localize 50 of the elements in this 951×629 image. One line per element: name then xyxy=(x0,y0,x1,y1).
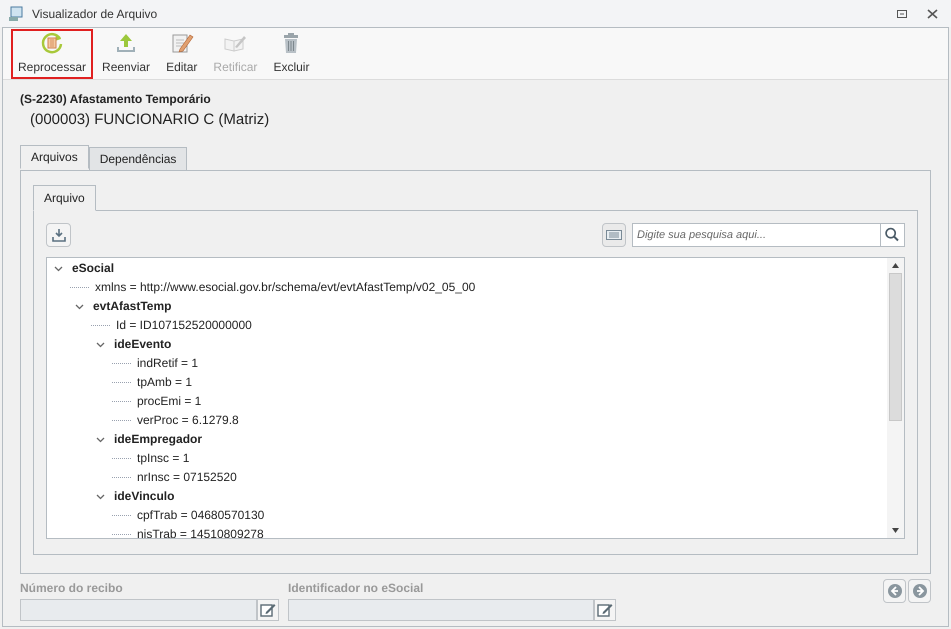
field-label: Identificador no eSocial xyxy=(288,580,424,596)
next-button[interactable] xyxy=(908,578,931,602)
tree-attribute[interactable]: Id = ID107152520000000 xyxy=(116,316,252,334)
tree-node[interactable]: ideVinculo xyxy=(114,487,174,505)
tab[interactable]: Dependências xyxy=(88,146,188,170)
tree-attribute[interactable]: indRetif = 1 xyxy=(137,354,198,372)
tree-attribute[interactable]: cpfTrab = 04680570130 xyxy=(137,506,264,524)
scroll-up-icon[interactable] xyxy=(892,262,899,268)
search-icon[interactable] xyxy=(881,222,905,246)
toolbar-button[interactable]: Excluir xyxy=(266,28,316,78)
tree-attribute[interactable]: nrInsc = 07152520 xyxy=(137,468,237,486)
tree-attribute[interactable]: xmlns = http://www.esocial.gov.br/schema/evt/evtAfastTemp/v02_05_00 xyxy=(95,278,476,296)
tree-node[interactable]: ideEvento xyxy=(114,335,172,353)
tree-node[interactable]: evtAfastTemp xyxy=(93,297,172,315)
tab[interactable]: Arquivos xyxy=(20,144,89,168)
previous-button[interactable] xyxy=(883,578,906,602)
restore-icon xyxy=(897,10,907,18)
collapse-caret-icon[interactable] xyxy=(96,340,105,348)
download-button[interactable] xyxy=(46,222,71,246)
collapse-caret-icon[interactable] xyxy=(96,492,105,500)
document-icon xyxy=(606,230,622,240)
xml-button[interactable] xyxy=(602,222,626,246)
edit-icon xyxy=(597,602,613,618)
refresh-calculator-icon xyxy=(40,31,64,55)
collapse-caret-icon[interactable] xyxy=(54,264,63,272)
scrollbar[interactable] xyxy=(887,258,904,538)
edit-button[interactable] xyxy=(594,598,616,620)
tree-attribute[interactable]: tpAmb = 1 xyxy=(137,373,192,391)
search-field[interactable]: Digite sua pesquisa aqui... xyxy=(632,222,881,246)
close-icon xyxy=(926,8,938,18)
download-icon xyxy=(52,228,66,242)
tree-attribute[interactable]: procEmi = 1 xyxy=(137,392,202,410)
window-title: Visualizador de Arquivo xyxy=(32,6,158,22)
edit-icon xyxy=(260,602,276,618)
collapse-caret-icon[interactable] xyxy=(75,302,84,310)
toolbar-button[interactable]: Reprocessar xyxy=(11,28,94,78)
field-label: Número do recibo xyxy=(20,580,124,596)
toolbar-button[interactable]: Reenviar xyxy=(95,28,158,78)
tree-node[interactable]: eSocial xyxy=(72,259,114,277)
edit-button[interactable] xyxy=(257,598,279,620)
toolbar-button[interactable]: Editar xyxy=(159,28,204,78)
collapse-caret-icon[interactable] xyxy=(96,434,105,444)
employee-name: (000003) FUNCIONARIO C (Matriz) xyxy=(30,110,270,130)
tree-attribute[interactable]: verProc = 6.1279.8 xyxy=(137,411,239,429)
event-title: (S-2230) Afastamento Temporário xyxy=(20,91,212,108)
tree-node[interactable]: ideEmpregador xyxy=(114,430,202,448)
tree-attribute[interactable]: tpInsc = 1 xyxy=(137,449,190,467)
scroll-down-icon[interactable] xyxy=(892,528,899,532)
tab[interactable]: Arquivo xyxy=(33,184,96,210)
app-icon xyxy=(8,6,24,22)
